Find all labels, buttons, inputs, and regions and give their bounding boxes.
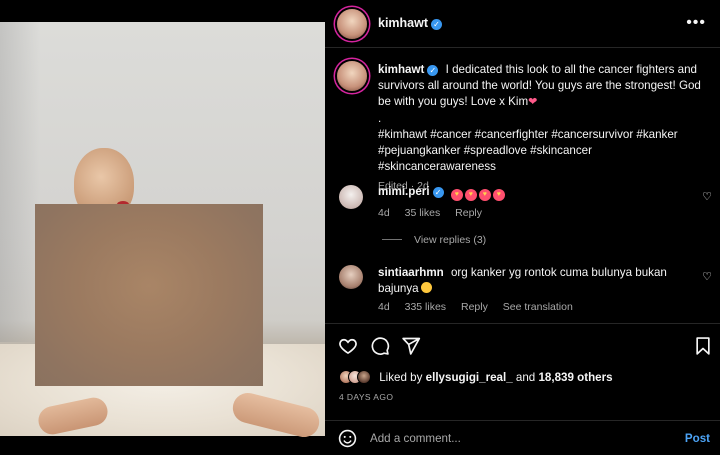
emoji-heart-eyes-icon: ♥ ♥ ♥ ♥ (450, 185, 507, 201)
liked-by-connector: and (515, 371, 536, 384)
like-comment-icon[interactable]: ♡ (702, 190, 712, 203)
laughing-emoji-icon (420, 282, 432, 293)
comment-1: mimi.peri ✓ ♥ ♥ ♥ ♥ (378, 184, 698, 201)
share-paper-plane-icon[interactable] (401, 336, 421, 356)
censor-blur-overlay (35, 204, 263, 386)
comment-avatar[interactable] (339, 265, 363, 289)
view-replies-button[interactable]: View replies (3) (382, 234, 486, 246)
post-header: kimhawt ✓ ••• (325, 0, 720, 48)
comment-reply-button[interactable]: Reply (455, 207, 482, 219)
comment-likes[interactable]: 335 likes (405, 301, 446, 313)
heart-emoji-icon: ❤ (528, 96, 538, 108)
save-bookmark-icon[interactable] (693, 336, 713, 356)
comment-age: 4d (378, 301, 390, 313)
wall-shadow (0, 22, 40, 342)
post-detail-panel: kimhawt ✓ ••• kimhawt ✓ I dedicated this l… (325, 0, 720, 455)
see-translation-button[interactable]: See translation (503, 301, 573, 313)
comment-age: 4d (378, 207, 390, 219)
post-actions: Liked by ellysugigi_real_ and 18,839 oth… (325, 323, 720, 411)
liker-avatars[interactable] (339, 370, 371, 384)
author-avatar[interactable] (337, 9, 367, 39)
caption-avatar[interactable] (337, 61, 367, 91)
comment-1-meta: 4d 35 likes Reply (378, 207, 494, 219)
caption: kimhawt ✓ I dedicated this look to all th… (378, 62, 708, 194)
author-username-text[interactable]: kimhawt (378, 16, 428, 30)
caption-hashtags[interactable]: #kimhawt #cancer #cancerfighter #cancers… (378, 127, 708, 175)
verified-icon: ✓ (427, 65, 439, 76)
add-comment-bar: Add a comment... Post (325, 420, 720, 455)
liked-by-others[interactable]: 18,839 others (538, 371, 612, 384)
caption-username[interactable]: kimhawt ✓ (378, 63, 439, 76)
comment-bubble-icon[interactable] (370, 336, 390, 356)
post-media[interactable] (0, 0, 325, 455)
liked-by-prefix: Liked by (379, 371, 423, 384)
more-options-icon[interactable]: ••• (686, 14, 706, 32)
comment-avatar[interactable] (339, 185, 363, 209)
author-username[interactable]: kimhawt ✓ (378, 16, 443, 30)
comment-2-meta: 4d 335 likes Reply See translation (378, 301, 585, 313)
comment-likes[interactable]: 35 likes (405, 207, 441, 219)
like-heart-icon[interactable] (338, 336, 358, 356)
add-comment-input[interactable]: Add a comment... (370, 432, 461, 445)
comment-2: sintiaarhmn org kanker yg rontok cuma bu… (378, 265, 698, 297)
verified-icon: ✓ (431, 19, 443, 30)
comment-username[interactable]: sintiaarhmn (378, 266, 444, 279)
post-comment-button[interactable]: Post (685, 432, 710, 445)
liked-by: Liked by ellysugigi_real_ and 18,839 oth… (339, 370, 613, 384)
emoji-icon[interactable] (338, 429, 357, 448)
verified-icon: ✓ (432, 187, 444, 198)
like-comment-icon[interactable]: ♡ (702, 270, 712, 283)
caption-dot: . (378, 112, 382, 125)
comment-reply-button[interactable]: Reply (461, 301, 488, 313)
post-date[interactable]: 4 DAYS AGO (339, 392, 393, 402)
liked-by-user[interactable]: ellysugigi_real_ (426, 371, 513, 384)
comment-username[interactable]: mimi.peri ✓ (378, 185, 444, 198)
replies-divider (382, 239, 402, 240)
